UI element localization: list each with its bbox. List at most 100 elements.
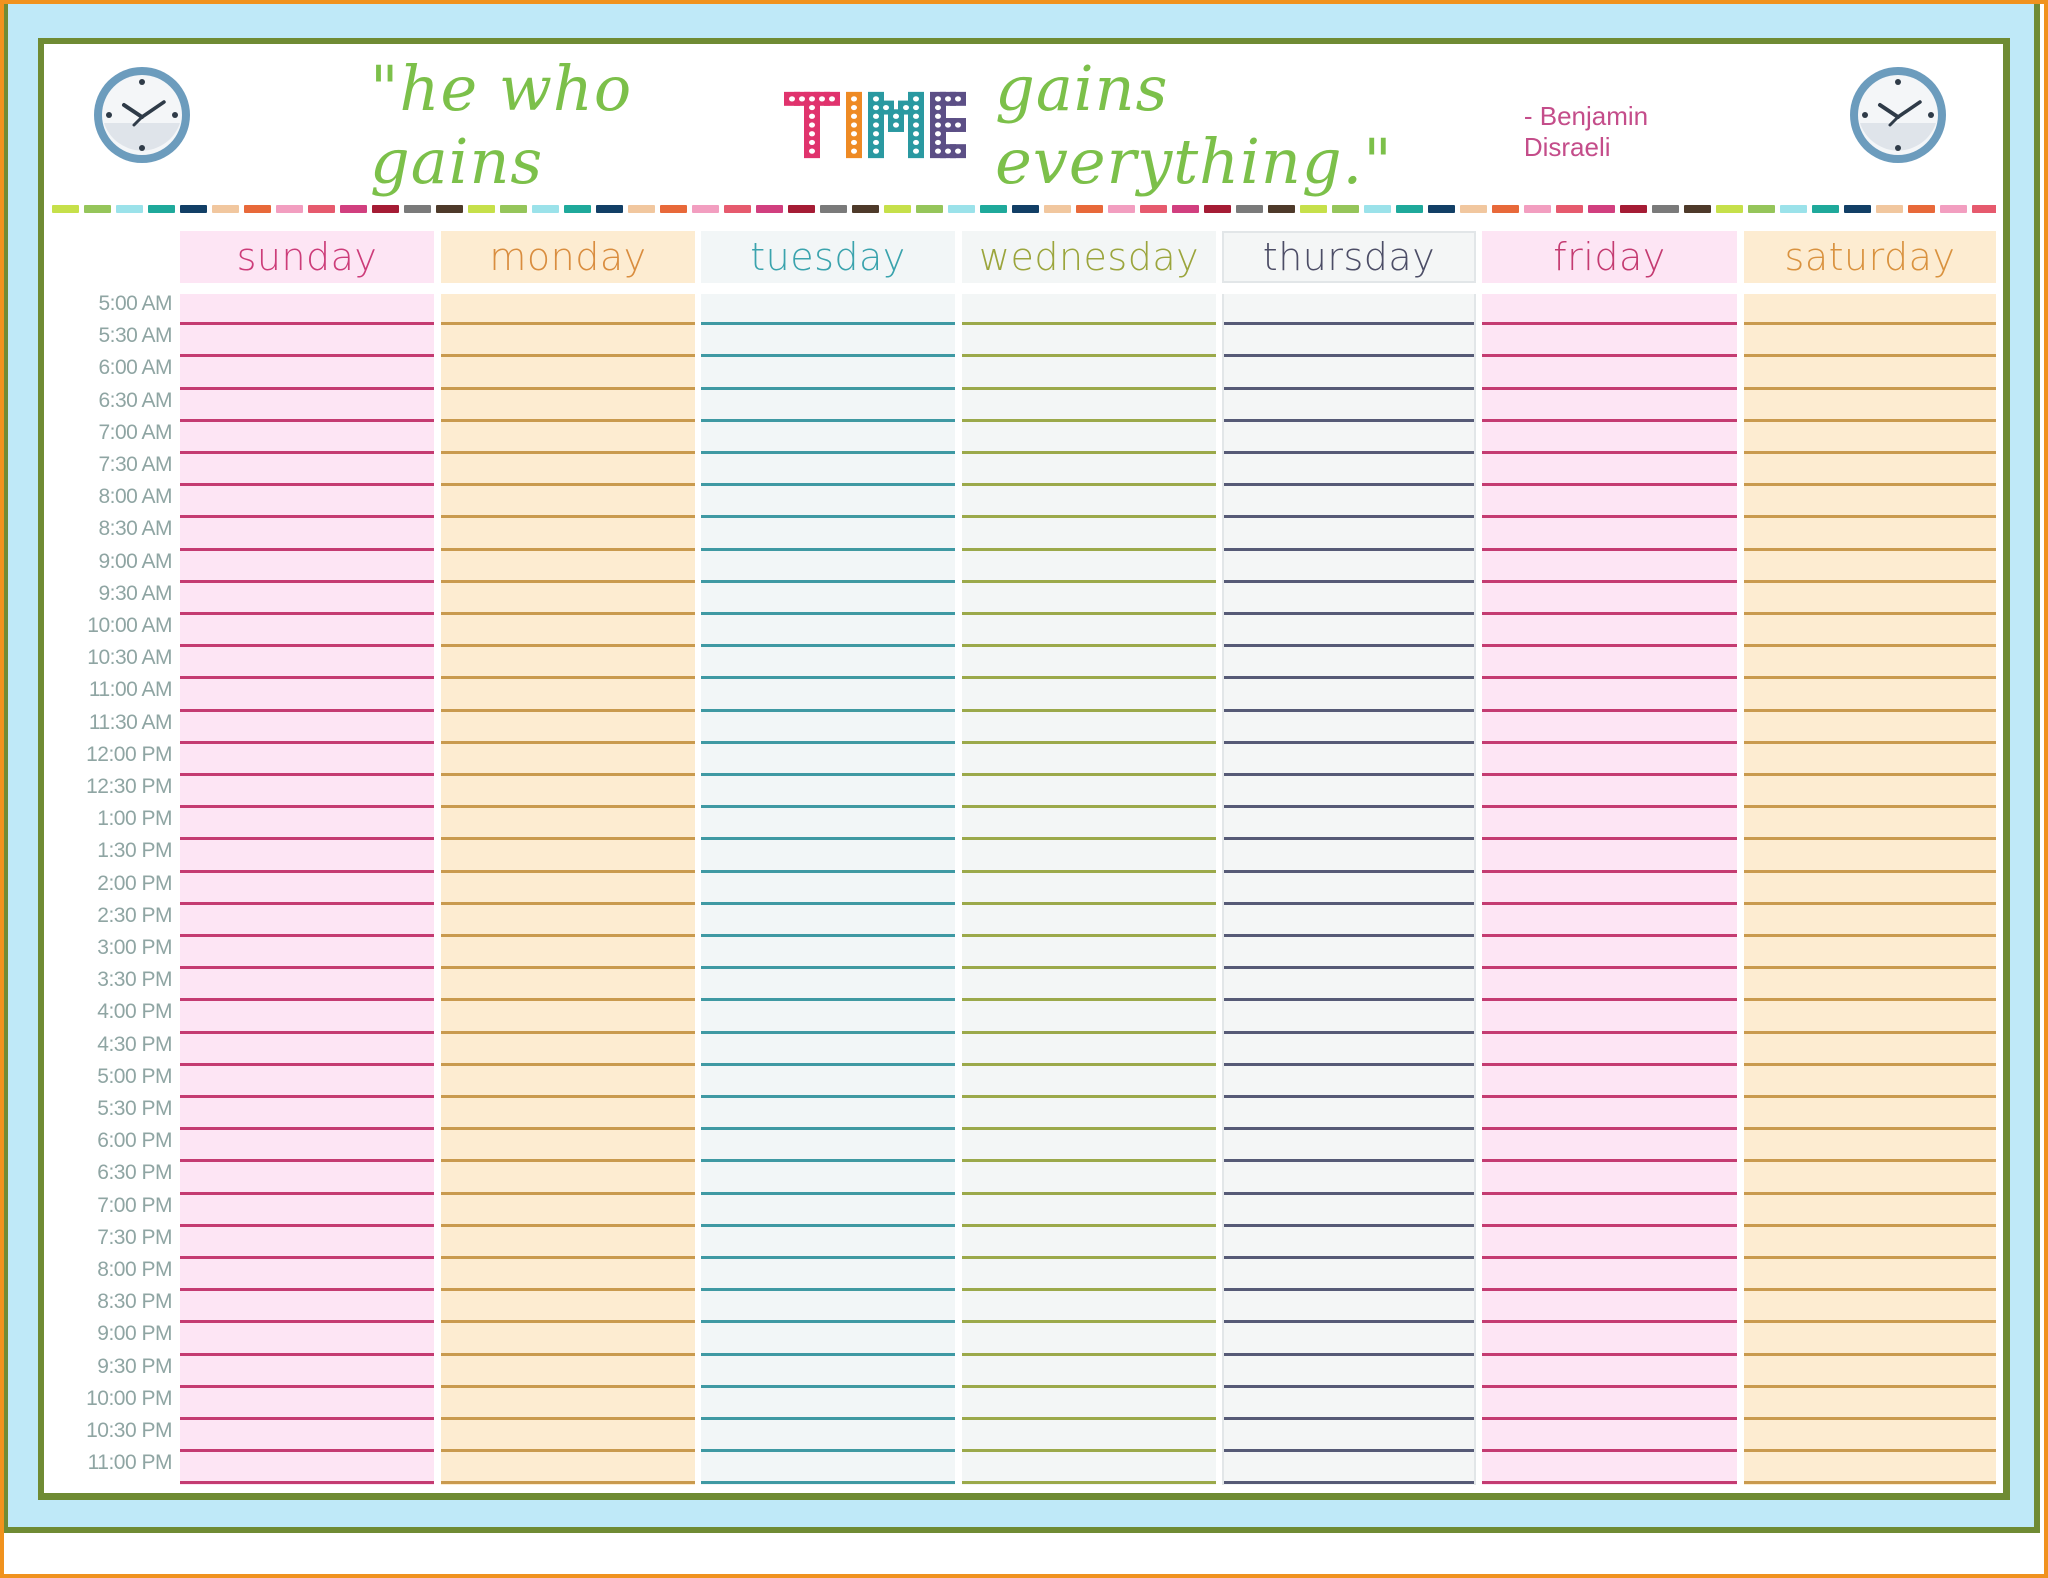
time-slot-cell[interactable] [1744, 1228, 1996, 1257]
time-slot-cell[interactable] [180, 1228, 434, 1257]
time-slot-cell[interactable] [1744, 680, 1996, 709]
time-slot-cell[interactable] [180, 326, 434, 355]
time-slot-cell[interactable] [1744, 326, 1996, 355]
time-slot-cell[interactable] [1482, 1035, 1737, 1064]
time-slot-cell[interactable] [1224, 358, 1474, 387]
time-slot-cell[interactable] [1482, 1196, 1737, 1225]
time-slot-cell[interactable] [441, 519, 695, 548]
time-slot-cell[interactable] [701, 423, 955, 452]
time-slot-cell[interactable] [441, 970, 695, 999]
time-slot-cell[interactable] [701, 1002, 955, 1031]
time-slot-cell[interactable] [1744, 584, 1996, 613]
time-slot-cell[interactable] [1744, 874, 1996, 903]
time-slot-cell[interactable] [962, 1453, 1216, 1482]
time-slot-cell[interactable] [701, 294, 955, 323]
time-slot-cell[interactable] [1744, 1099, 1996, 1128]
time-slot-cell[interactable] [701, 841, 955, 870]
time-slot-cell[interactable] [962, 713, 1216, 742]
time-slot-cell[interactable] [962, 745, 1216, 774]
time-slot-cell[interactable] [701, 1035, 955, 1064]
time-slot-cell[interactable] [1482, 584, 1737, 613]
time-slot-cell[interactable] [441, 1357, 695, 1386]
time-slot-cell[interactable] [1224, 294, 1474, 323]
time-slot-cell[interactable] [701, 1389, 955, 1418]
time-slot-cell[interactable] [441, 713, 695, 742]
time-slot-cell[interactable] [1224, 487, 1474, 516]
time-slot-cell[interactable] [1224, 1196, 1474, 1225]
time-slot-cell[interactable] [180, 1035, 434, 1064]
time-slot-cell[interactable] [1224, 1260, 1474, 1289]
time-slot-cell[interactable] [1482, 809, 1737, 838]
time-slot-cell[interactable] [180, 1324, 434, 1353]
time-slot-cell[interactable] [962, 809, 1216, 838]
time-slot-cell[interactable] [1482, 648, 1737, 677]
time-slot-cell[interactable] [1744, 487, 1996, 516]
time-slot-cell[interactable] [1744, 777, 1996, 806]
time-slot-cell[interactable] [441, 1421, 695, 1450]
time-slot-cell[interactable] [180, 648, 434, 677]
time-slot-cell[interactable] [180, 584, 434, 613]
time-slot-cell[interactable] [1744, 423, 1996, 452]
time-slot-cell[interactable] [1482, 552, 1737, 581]
time-slot-cell[interactable] [701, 1260, 955, 1289]
time-slot-cell[interactable] [1482, 487, 1737, 516]
time-slot-cell[interactable] [1224, 1453, 1474, 1482]
time-slot-cell[interactable] [180, 1131, 434, 1160]
time-slot-cell[interactable] [441, 1067, 695, 1096]
time-slot-cell[interactable] [1224, 391, 1474, 420]
time-slot-cell[interactable] [1224, 874, 1474, 903]
time-slot-cell[interactable] [1224, 1357, 1474, 1386]
time-slot-cell[interactable] [701, 745, 955, 774]
time-slot-cell[interactable] [180, 519, 434, 548]
time-slot-cell[interactable] [701, 1292, 955, 1321]
time-slot-cell[interactable] [1224, 680, 1474, 709]
time-slot-cell[interactable] [441, 1163, 695, 1192]
time-slot-cell[interactable] [180, 487, 434, 516]
time-slot-cell[interactable] [701, 1163, 955, 1192]
time-slot-cell[interactable] [701, 358, 955, 387]
time-slot-cell[interactable] [962, 294, 1216, 323]
time-slot-cell[interactable] [1744, 713, 1996, 742]
time-slot-cell[interactable] [962, 970, 1216, 999]
time-slot-cell[interactable] [962, 358, 1216, 387]
time-slot-cell[interactable] [1224, 1421, 1474, 1450]
time-slot-cell[interactable] [1482, 358, 1737, 387]
time-slot-cell[interactable] [441, 1099, 695, 1128]
time-slot-cell[interactable] [1482, 1163, 1737, 1192]
time-slot-cell[interactable] [180, 680, 434, 709]
time-slot-cell[interactable] [441, 809, 695, 838]
time-slot-cell[interactable] [701, 1453, 955, 1482]
time-slot-cell[interactable] [701, 487, 955, 516]
time-slot-cell[interactable] [1224, 1292, 1474, 1321]
time-slot-cell[interactable] [1744, 841, 1996, 870]
time-slot-cell[interactable] [441, 294, 695, 323]
time-slot-cell[interactable] [441, 326, 695, 355]
time-slot-cell[interactable] [962, 1260, 1216, 1289]
time-slot-cell[interactable] [441, 648, 695, 677]
time-slot-cell[interactable] [701, 391, 955, 420]
time-slot-cell[interactable] [962, 874, 1216, 903]
time-slot-cell[interactable] [180, 1389, 434, 1418]
time-slot-cell[interactable] [1744, 1389, 1996, 1418]
time-slot-cell[interactable] [180, 1292, 434, 1321]
time-slot-cell[interactable] [962, 616, 1216, 645]
time-slot-cell[interactable] [701, 938, 955, 967]
time-slot-cell[interactable] [962, 1357, 1216, 1386]
time-slot-cell[interactable] [1224, 809, 1474, 838]
time-slot-cell[interactable] [1744, 809, 1996, 838]
time-slot-cell[interactable] [701, 777, 955, 806]
time-slot-cell[interactable] [1744, 1131, 1996, 1160]
time-slot-cell[interactable] [1482, 423, 1737, 452]
time-slot-cell[interactable] [180, 777, 434, 806]
time-slot-cell[interactable] [701, 1421, 955, 1450]
time-slot-cell[interactable] [962, 1099, 1216, 1128]
time-slot-cell[interactable] [1224, 423, 1474, 452]
time-slot-cell[interactable] [441, 777, 695, 806]
time-slot-cell[interactable] [441, 841, 695, 870]
time-slot-cell[interactable] [1482, 1389, 1737, 1418]
time-slot-cell[interactable] [701, 552, 955, 581]
time-slot-cell[interactable] [962, 777, 1216, 806]
time-slot-cell[interactable] [962, 552, 1216, 581]
time-slot-cell[interactable] [441, 680, 695, 709]
time-slot-cell[interactable] [962, 1196, 1216, 1225]
